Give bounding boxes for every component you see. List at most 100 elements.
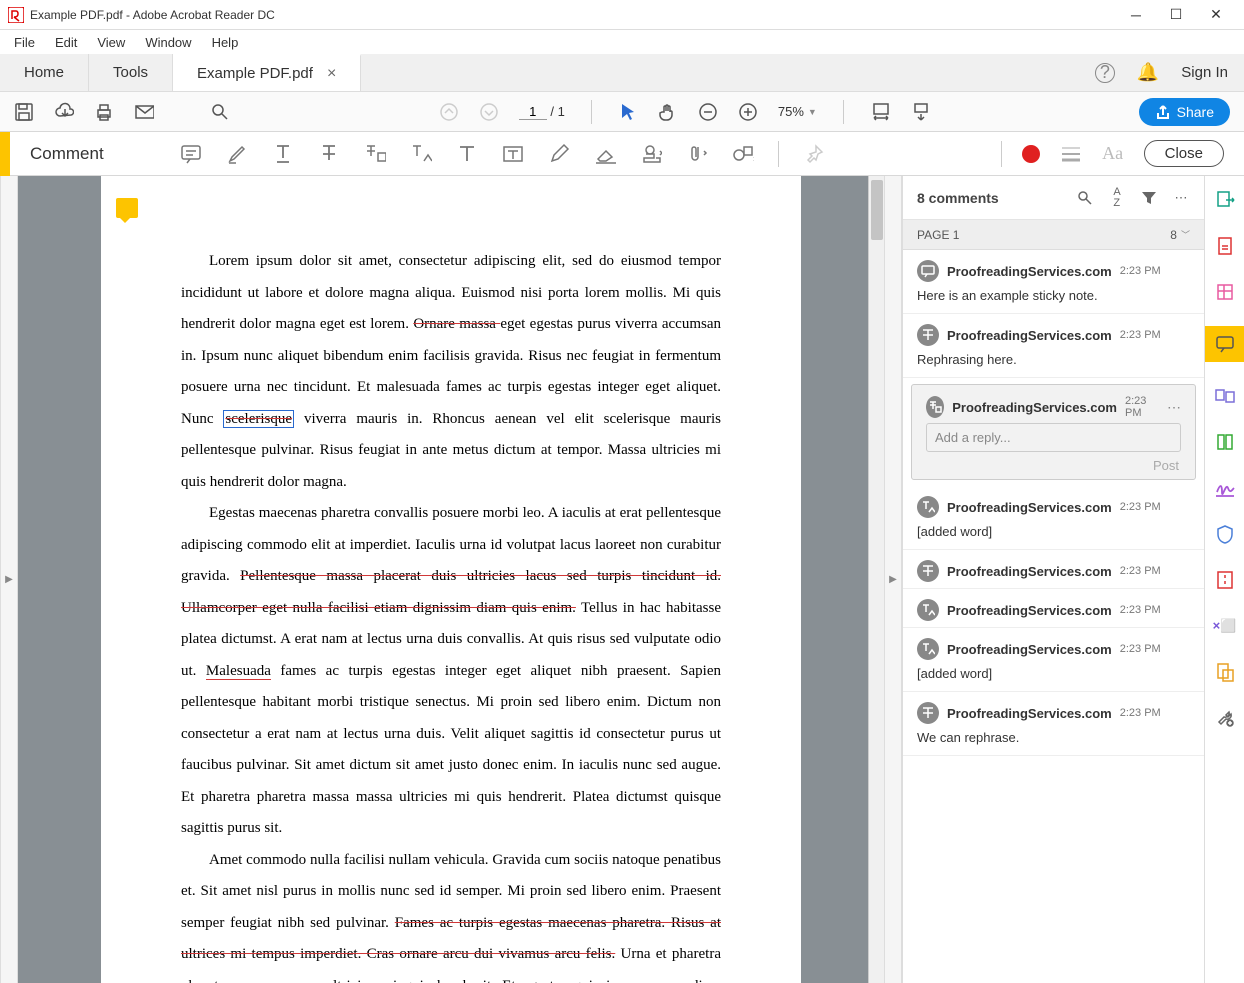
strikethrough-tool[interactable]	[318, 143, 340, 165]
pointer-icon[interactable]	[618, 102, 638, 122]
comment-body: Rephrasing here.	[917, 346, 1190, 371]
comment-type-icon	[926, 396, 944, 418]
maximize-button[interactable]: ☐	[1156, 0, 1196, 30]
pencil-tool[interactable]	[548, 143, 570, 165]
pdf-page: Lorem ipsum dolor sit amet, consectetur …	[101, 176, 801, 983]
menu-window[interactable]: Window	[135, 33, 201, 52]
close-window-button[interactable]: ✕	[1196, 0, 1236, 30]
comment-item[interactable]: ProofreadingServices.com2:23 PMWe can re…	[903, 692, 1204, 756]
zoom-in-icon[interactable]	[738, 102, 758, 122]
left-panel-toggle[interactable]: ▶	[0, 176, 18, 983]
rail-combine-icon[interactable]	[1213, 384, 1237, 408]
save-icon[interactable]	[14, 102, 34, 122]
rail-sign-icon[interactable]	[1213, 476, 1237, 500]
rail-more-tools-icon[interactable]	[1213, 706, 1237, 730]
document-viewport[interactable]: Lorem ipsum dolor sit amet, consectetur …	[18, 176, 884, 983]
font-icon[interactable]: Aa	[1102, 143, 1124, 165]
sort-icon[interactable]: AZ	[1108, 189, 1126, 207]
rail-redact-icon[interactable]: ×⬜	[1213, 614, 1237, 638]
line-thickness-icon[interactable]	[1060, 143, 1082, 165]
rail-protect-icon[interactable]	[1213, 522, 1237, 546]
comment-item[interactable]: ProofreadingServices.com2:23 PMHere is a…	[903, 250, 1204, 314]
scrollbar[interactable]	[868, 176, 884, 983]
tab-document[interactable]: Example PDF.pdf ×	[173, 54, 361, 91]
more-icon[interactable]: ⋯	[1172, 189, 1190, 207]
tab-home[interactable]: Home	[0, 54, 89, 91]
reply-input[interactable]: Add a reply...	[926, 423, 1181, 452]
comment-author: ProofreadingServices.com	[947, 264, 1112, 279]
comment-time: 2:23 PM	[1120, 707, 1161, 719]
highlight-tool[interactable]	[226, 143, 248, 165]
comment-author: ProofreadingServices.com	[947, 500, 1112, 515]
rail-edit-pdf-icon[interactable]	[1213, 280, 1237, 304]
text: fames ac turpis egestas integer eget ali…	[181, 663, 721, 805]
comment-item[interactable]: ProofreadingServices.com2:23 PM	[903, 550, 1204, 589]
share-button[interactable]: Share	[1139, 98, 1230, 126]
mail-icon[interactable]	[134, 102, 154, 122]
comment-type-icon	[917, 599, 939, 621]
menu-help[interactable]: Help	[202, 33, 249, 52]
bell-icon[interactable]: 🔔	[1137, 62, 1159, 83]
underline-tool[interactable]	[272, 143, 294, 165]
cloud-icon[interactable]	[54, 102, 74, 122]
fit-page-icon[interactable]	[910, 102, 930, 122]
comments-count-title: 8 comments	[917, 190, 1062, 206]
rail-organize-icon[interactable]	[1213, 430, 1237, 454]
comments-panel: 8 comments AZ ⋯ PAGE 1 8 ﹀ ProofreadingS…	[902, 176, 1204, 983]
right-panel-toggle[interactable]: ▶	[884, 176, 902, 983]
comment-author: ProofreadingServices.com	[947, 706, 1112, 721]
eraser-tool[interactable]	[594, 143, 616, 165]
tab-close-icon[interactable]: ×	[327, 65, 336, 83]
sticky-note-tool[interactable]	[180, 143, 202, 165]
pin-icon[interactable]	[803, 143, 825, 165]
rail-create-pdf-icon[interactable]	[1213, 234, 1237, 258]
comment-item[interactable]: ProofreadingServices.com2:23 PM[added wo…	[903, 486, 1204, 550]
comment-item[interactable]: ProofreadingServices.com2:23 PM⋯Add a re…	[911, 384, 1196, 480]
comment-item[interactable]: ProofreadingServices.com2:23 PMRephrasin…	[903, 314, 1204, 378]
scrollbar-thumb[interactable]	[871, 180, 883, 240]
search-comments-icon[interactable]	[1076, 189, 1094, 207]
attach-tool[interactable]	[686, 143, 708, 165]
replace-text-tool[interactable]	[364, 143, 386, 165]
comment-item[interactable]: ProofreadingServices.com2:23 PM[added wo…	[903, 628, 1204, 692]
textbox-tool[interactable]	[502, 143, 524, 165]
rail-export-icon[interactable]	[1213, 188, 1237, 212]
text-tool[interactable]	[456, 143, 478, 165]
insert-text-tool[interactable]	[410, 143, 432, 165]
comment-author: ProofreadingServices.com	[952, 400, 1117, 415]
menu-view[interactable]: View	[87, 33, 135, 52]
zoom-dropdown[interactable]: 75% ▼	[778, 104, 817, 119]
comment-item[interactable]: ProofreadingServices.com2:23 PM	[903, 589, 1204, 628]
zoom-out-icon[interactable]	[698, 102, 718, 122]
comment-more-icon[interactable]: ⋯	[1167, 399, 1181, 416]
hand-icon[interactable]	[658, 102, 678, 122]
titlebar: Example PDF.pdf - Adobe Acrobat Reader D…	[0, 0, 1244, 30]
print-icon[interactable]	[94, 102, 114, 122]
post-button[interactable]: Post	[926, 452, 1181, 473]
minimize-button[interactable]: ─	[1116, 0, 1156, 30]
rail-fill-icon[interactable]	[1213, 660, 1237, 684]
tab-document-label: Example PDF.pdf	[197, 65, 313, 82]
tab-tools[interactable]: Tools	[89, 54, 173, 91]
comment-time: 2:23 PM	[1120, 501, 1161, 513]
page-up-icon[interactable]	[439, 102, 459, 122]
rail-comment-icon[interactable]	[1205, 326, 1244, 362]
fit-width-icon[interactable]	[870, 102, 890, 122]
shapes-tool[interactable]	[732, 143, 754, 165]
close-comment-button[interactable]: Close	[1144, 140, 1224, 167]
sign-in-button[interactable]: Sign In	[1181, 64, 1228, 81]
filter-icon[interactable]	[1140, 189, 1158, 207]
sticky-note-annotation[interactable]	[116, 198, 138, 218]
stamp-tool[interactable]	[640, 143, 662, 165]
rail-compress-icon[interactable]	[1213, 568, 1237, 592]
color-picker[interactable]	[1022, 145, 1040, 163]
replace-text-annotation[interactable]: scelerisque	[223, 410, 294, 428]
menu-edit[interactable]: Edit	[45, 33, 87, 52]
search-icon[interactable]	[210, 102, 230, 122]
help-icon[interactable]: ?	[1095, 63, 1115, 83]
page-input[interactable]	[519, 104, 547, 120]
comment-type-icon	[917, 560, 939, 582]
comments-page-header[interactable]: PAGE 1 8 ﹀	[903, 220, 1204, 250]
menu-file[interactable]: File	[4, 33, 45, 52]
page-down-icon[interactable]	[479, 102, 499, 122]
